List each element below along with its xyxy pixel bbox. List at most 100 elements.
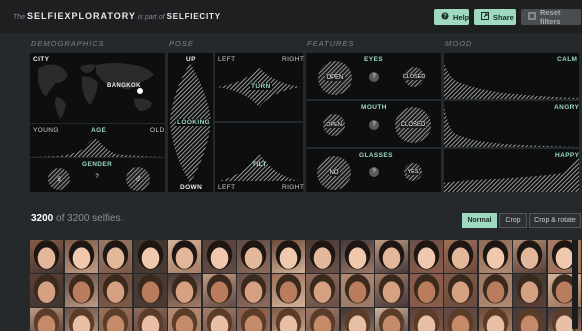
glasses-panel[interactable]: GLASSES NO ? YES [306,149,441,192]
help-button[interactable]: ? Help [434,9,469,25]
turn-panel[interactable]: LEFT RIGHT TURN [215,53,304,121]
selfie-thumbnail[interactable] [478,274,512,307]
selfie-thumbnail[interactable] [409,274,443,307]
glasses-yes-option[interactable]: YES [404,163,422,181]
selfie-thumbnail[interactable] [133,240,167,273]
parent-project-link[interactable]: SELFIECITY [167,12,221,21]
mouth-closed-option[interactable]: CLOSED [395,107,431,143]
selfie-thumbnail[interactable] [444,274,477,307]
glasses-no-label: NO [328,170,340,176]
selfie-thumbnail[interactable] [340,240,374,273]
selfie-thumbnail[interactable] [168,308,201,331]
eyes-closed-option[interactable]: CLOSED [402,67,426,87]
share-label: Share [493,12,514,22]
selfie-thumbnail[interactable] [306,274,339,307]
age-distribution-chart [30,139,165,157]
selfie-thumbnail[interactable] [271,274,305,307]
app-title: The SELFIEXPLORATORY is part of SELFIECI… [13,11,221,21]
selfie-thumbnail[interactable] [237,240,270,273]
selfie-thumbnail[interactable] [513,274,546,307]
mouth-panel[interactable]: MOUTH OPEN ? CLOSED [306,101,441,147]
mouth-open-option[interactable]: OPEN [323,114,345,136]
selfie-thumbnail[interactable] [444,240,477,273]
selfie-thumbnail[interactable] [513,308,546,331]
selfie-thumbnail[interactable] [340,308,374,331]
selfie-thumbnail[interactable] [30,274,63,307]
selfie-thumbnail[interactable] [375,240,408,273]
selfie-thumbnail[interactable] [202,274,236,307]
calm-distribution-chart [444,63,579,99]
selfie-thumbnail[interactable] [168,274,201,307]
eyes-panel[interactable]: EYES OPEN ? CLOSED [306,53,441,99]
results-count: 3200 of 3200 selfies. [31,213,123,224]
selfie-thumbnail[interactable] [202,240,236,273]
close-box-icon [528,12,536,22]
male-option[interactable]: ♂ [126,167,150,191]
reset-filters-button[interactable]: Reset filters [521,8,581,26]
eyes-unknown-label: ? [372,74,376,80]
looking-panel[interactable]: UP LOOKING DOWN [168,53,213,192]
selfie-thumbnail[interactable] [30,240,63,273]
selfie-thumbnail[interactable] [99,274,132,307]
happy-panel[interactable]: HAPPY [444,149,579,192]
mouth-label: MOUTH [361,104,387,111]
selfie-thumbnail[interactable] [64,308,98,331]
selfie-thumbnail[interactable] [99,308,132,331]
section-demographics: DEMOGRAPHICS [31,39,105,48]
city-marker[interactable] [137,88,143,94]
tilt-panel[interactable]: TILT LEFT RIGHT [215,123,305,192]
eyes-open-option[interactable]: OPEN [318,61,352,95]
selfie-thumbnail[interactable] [271,308,305,331]
selfie-thumbnail[interactable] [478,308,512,331]
selfie-thumbnail[interactable] [271,240,305,273]
glasses-no-option[interactable]: NO [317,156,351,190]
selfie-thumbnail[interactable] [409,308,443,331]
selfie-thumbnail[interactable] [306,308,339,331]
city-map-panel[interactable]: CITY BANGKOK [30,53,165,123]
gender-unknown-option[interactable]: ? [90,170,104,184]
selfie-thumbnail[interactable] [237,308,270,331]
selfie-thumbnail[interactable] [409,240,443,273]
selfie-thumbnail[interactable] [340,274,374,307]
glasses-unknown-label: ? [372,169,376,175]
selfie-thumbnail[interactable] [64,240,98,273]
tilt-right-label: RIGHT [282,184,305,191]
share-icon [481,12,489,22]
female-option[interactable]: ♀ [48,168,70,190]
selfie-thumbnail[interactable] [444,308,477,331]
view-crop-button[interactable]: Crop [499,213,527,228]
selfie-thumbnail[interactable] [30,308,63,331]
angry-panel[interactable]: ANGRY [444,101,579,147]
tilt-left-label: LEFT [218,184,236,191]
selected-city-label: BANGKOK [107,83,141,89]
gender-panel[interactable]: GENDER ♀ ? ♂ [30,158,165,192]
view-normal-button[interactable]: Normal [462,213,497,228]
selfie-thumbnail[interactable] [202,308,236,331]
svg-text:?: ? [443,14,447,20]
selfie-thumbnail[interactable] [237,274,270,307]
selfie-thumbnail[interactable] [168,240,201,273]
grid-scrollbar[interactable] [572,240,578,329]
results-count-text: of 3200 selfies. [56,213,124,224]
mouth-open-label: OPEN [326,122,342,128]
selfie-thumbnail[interactable] [133,308,167,331]
selfie-thumbnail[interactable] [133,274,167,307]
eyes-unknown-option[interactable]: ? [369,72,379,82]
selfie-thumbnail[interactable] [478,240,512,273]
selfie-thumbnail[interactable] [99,240,132,273]
glasses-unknown-option[interactable]: ? [369,167,379,177]
selfie-thumbnail[interactable] [375,274,408,307]
age-panel[interactable]: YOUNG AGE OLD [30,124,165,157]
selfie-thumbnail[interactable] [375,308,408,331]
selfie-thumbnail[interactable] [64,274,98,307]
selfie-thumbnail[interactable] [306,240,339,273]
mouth-unknown-option[interactable]: ? [369,120,379,130]
tilt-distribution-chart [219,153,299,181]
selfie-thumbnail[interactable] [513,240,546,273]
share-button[interactable]: Share [474,9,516,25]
calm-panel[interactable]: CALM [444,53,579,99]
female-icon: ♀ [55,173,63,185]
gender-label: GENDER [82,161,113,168]
view-crop-rotate-button[interactable]: Crop & rotate [529,213,581,228]
angry-distribution-chart [444,105,579,147]
